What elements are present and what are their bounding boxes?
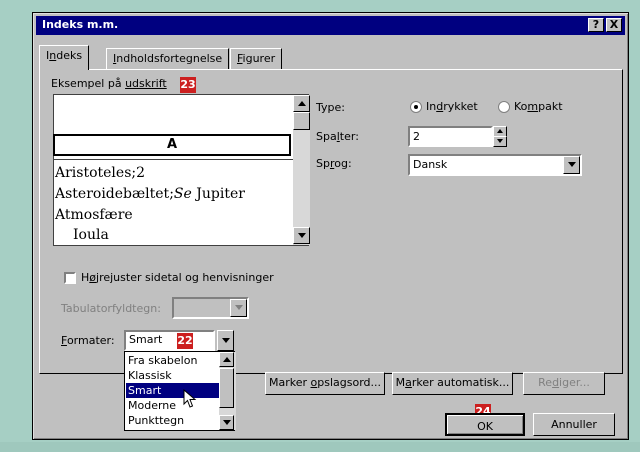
formater-dropdown-button[interactable] [217, 330, 234, 351]
preview-separator [53, 159, 309, 160]
title-bar[interactable]: Indeks m.m. ? X [36, 16, 625, 35]
option-fra-skabelon[interactable]: Fra skabelon [126, 353, 219, 368]
radio-selected-dot [414, 105, 418, 109]
tab-leader-select[interactable] [172, 297, 249, 319]
close-button[interactable]: X [606, 18, 622, 32]
dialog-title: Indeks m.m. [42, 18, 119, 31]
right-align-label[interactable]: Højrejuster sidetal og henvisninger [81, 271, 274, 284]
preview-entry: Asteroidebæltet;Se Jupiter [55, 186, 245, 202]
arrow-down-icon [497, 139, 503, 143]
chevron-down-icon [567, 162, 576, 167]
scroll-thumb[interactable] [293, 112, 310, 130]
type-label: Type: [316, 101, 345, 114]
arrow-down-icon [297, 233, 306, 238]
spalter-input[interactable]: 2 [408, 126, 493, 147]
mouse-pointer-icon [183, 389, 197, 408]
formater-select[interactable]: Smart [124, 330, 234, 351]
tab-leader-dropdown-button[interactable] [230, 299, 247, 317]
preview-entry: Atmosfære [55, 207, 133, 223]
spalter-label: Spalter: [316, 130, 359, 143]
index-dialog: Indeks m.m. ? X Indeks Indholdsfortegnel… [32, 12, 629, 440]
tab-indeks[interactable]: Indeks [39, 45, 90, 70]
radio-kompakt[interactable] [498, 101, 510, 113]
spalter-spinner[interactable] [493, 126, 507, 147]
marker-opslagsord-button[interactable]: Marker opslagsord... [265, 372, 385, 395]
marker-automatisk-button[interactable]: Marker automatisk... [392, 372, 513, 395]
help-button[interactable]: ? [588, 18, 604, 32]
preview-scrollbar[interactable] [293, 95, 310, 245]
sprog-select[interactable]: Dansk [408, 154, 582, 176]
formater-label: Formater: [61, 334, 115, 347]
scroll-down-button[interactable] [293, 227, 310, 244]
rediger-button[interactable]: Rediger... [523, 372, 605, 395]
background-strip [0, 442, 640, 452]
preview-entry: Aristoteles;2 [55, 165, 146, 181]
tab-figurer[interactable]: Figurer [230, 48, 283, 70]
preview-label: Eksempel på udskrift [51, 77, 167, 90]
sprog-label: Sprog: [316, 157, 352, 170]
chevron-down-icon [234, 305, 243, 310]
marker-23: 23 [180, 77, 196, 93]
tab-indholdsfortegnelse[interactable]: Indholdsfortegnelse [106, 48, 230, 70]
preview-letter-heading: A [53, 134, 291, 156]
option-punkttegn[interactable]: Punkttegn [126, 413, 219, 428]
option-moderne[interactable]: Moderne [126, 398, 219, 413]
ok-button[interactable]: OK [445, 413, 525, 436]
scroll-thumb[interactable] [219, 368, 234, 408]
radio-indrykket[interactable] [410, 101, 422, 113]
scroll-down-button[interactable] [219, 415, 234, 430]
option-klassisk[interactable]: Klassisk [126, 368, 219, 383]
right-align-checkbox[interactable] [64, 272, 76, 284]
arrow-up-icon [297, 101, 306, 106]
scroll-up-button[interactable] [219, 352, 234, 367]
marker-22: 22 [177, 333, 193, 349]
preview-entry: Ioula [73, 227, 109, 243]
sprog-dropdown-button[interactable] [563, 156, 580, 174]
annuller-button[interactable]: Annuller [533, 413, 615, 436]
chevron-down-icon [221, 338, 230, 343]
tab-leader-label: Tabulatorfyldtegn: [61, 302, 161, 315]
arrow-up-icon [497, 129, 503, 133]
arrow-up-icon [222, 357, 231, 362]
option-smart[interactable]: Smart [126, 383, 219, 398]
options-scrollbar[interactable] [219, 352, 236, 430]
scroll-up-button[interactable] [293, 95, 310, 112]
arrow-down-icon [222, 420, 231, 425]
radio-kompakt-label[interactable]: Kompakt [514, 100, 563, 113]
formater-options-list[interactable]: Fra skabelon Klassisk Smart Moderne Punk… [124, 351, 236, 431]
spin-down-button[interactable] [493, 136, 507, 147]
radio-indrykket-label[interactable]: Indrykket [426, 100, 478, 113]
